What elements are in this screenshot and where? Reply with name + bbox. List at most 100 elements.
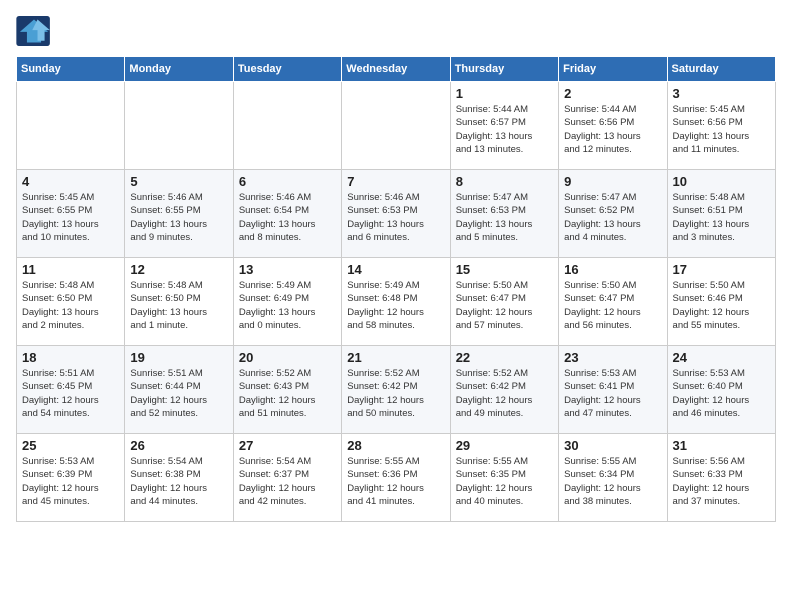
- day-info: Sunrise: 5:50 AM Sunset: 6:46 PM Dayligh…: [673, 279, 770, 332]
- day-number: 1: [456, 86, 553, 101]
- day-info: Sunrise: 5:52 AM Sunset: 6:43 PM Dayligh…: [239, 367, 336, 420]
- day-info: Sunrise: 5:46 AM Sunset: 6:53 PM Dayligh…: [347, 191, 444, 244]
- calendar-cell: 10 Sunrise: 5:48 AM Sunset: 6:51 PM Dayli…: [667, 170, 775, 258]
- calendar-cell: 22 Sunrise: 5:52 AM Sunset: 6:42 PM Dayli…: [450, 346, 558, 434]
- day-number: 17: [673, 262, 770, 277]
- day-info: Sunrise: 5:53 AM Sunset: 6:40 PM Dayligh…: [673, 367, 770, 420]
- day-info: Sunrise: 5:45 AM Sunset: 6:56 PM Dayligh…: [673, 103, 770, 156]
- calendar-cell: 30 Sunrise: 5:55 AM Sunset: 6:34 PM Dayli…: [559, 434, 667, 522]
- weekday-header-saturday: Saturday: [667, 57, 775, 82]
- day-number: 18: [22, 350, 119, 365]
- calendar-cell: 26 Sunrise: 5:54 AM Sunset: 6:38 PM Dayli…: [125, 434, 233, 522]
- day-info: Sunrise: 5:55 AM Sunset: 6:34 PM Dayligh…: [564, 455, 661, 508]
- day-info: Sunrise: 5:44 AM Sunset: 6:57 PM Dayligh…: [456, 103, 553, 156]
- calendar-cell: 1 Sunrise: 5:44 AM Sunset: 6:57 PM Daylig…: [450, 82, 558, 170]
- weekday-header-monday: Monday: [125, 57, 233, 82]
- calendar-cell: [125, 82, 233, 170]
- weekday-header-sunday: Sunday: [17, 57, 125, 82]
- day-info: Sunrise: 5:53 AM Sunset: 6:39 PM Dayligh…: [22, 455, 119, 508]
- calendar-cell: 12 Sunrise: 5:48 AM Sunset: 6:50 PM Dayli…: [125, 258, 233, 346]
- day-info: Sunrise: 5:48 AM Sunset: 6:50 PM Dayligh…: [22, 279, 119, 332]
- calendar-cell: 20 Sunrise: 5:52 AM Sunset: 6:43 PM Dayli…: [233, 346, 341, 434]
- calendar-cell: 5 Sunrise: 5:46 AM Sunset: 6:55 PM Daylig…: [125, 170, 233, 258]
- calendar-cell: [233, 82, 341, 170]
- day-number: 20: [239, 350, 336, 365]
- day-number: 2: [564, 86, 661, 101]
- day-info: Sunrise: 5:51 AM Sunset: 6:45 PM Dayligh…: [22, 367, 119, 420]
- day-info: Sunrise: 5:55 AM Sunset: 6:35 PM Dayligh…: [456, 455, 553, 508]
- day-number: 8: [456, 174, 553, 189]
- calendar-cell: 21Sunrise: 5:52 AM Sunset: 6:42 PM Dayli…: [342, 346, 450, 434]
- day-number: 28: [347, 438, 444, 453]
- weekday-header-tuesday: Tuesday: [233, 57, 341, 82]
- day-number: 5: [130, 174, 227, 189]
- day-number: 12: [130, 262, 227, 277]
- calendar-cell: 2 Sunrise: 5:44 AM Sunset: 6:56 PM Daylig…: [559, 82, 667, 170]
- day-number: 15: [456, 262, 553, 277]
- day-info: Sunrise: 5:49 AM Sunset: 6:48 PM Dayligh…: [347, 279, 444, 332]
- calendar-cell: [342, 82, 450, 170]
- calendar-cell: 28 Sunrise: 5:55 AM Sunset: 6:36 PM Dayli…: [342, 434, 450, 522]
- day-info: Sunrise: 5:48 AM Sunset: 6:51 PM Dayligh…: [673, 191, 770, 244]
- calendar-cell: 31 Sunrise: 5:56 AM Sunset: 6:33 PM Dayli…: [667, 434, 775, 522]
- day-number: 23: [564, 350, 661, 365]
- day-number: 7: [347, 174, 444, 189]
- day-number: 13: [239, 262, 336, 277]
- day-info: Sunrise: 5:54 AM Sunset: 6:37 PM Dayligh…: [239, 455, 336, 508]
- day-info: Sunrise: 5:46 AM Sunset: 6:55 PM Dayligh…: [130, 191, 227, 244]
- calendar-cell: 18 Sunrise: 5:51 AM Sunset: 6:45 PM Dayli…: [17, 346, 125, 434]
- calendar-cell: 24 Sunrise: 5:53 AM Sunset: 6:40 PM Dayli…: [667, 346, 775, 434]
- calendar-cell: 14 Sunrise: 5:49 AM Sunset: 6:48 PM Dayli…: [342, 258, 450, 346]
- calendar-cell: 3 Sunrise: 5:45 AM Sunset: 6:56 PM Daylig…: [667, 82, 775, 170]
- weekday-header-wednesday: Wednesday: [342, 57, 450, 82]
- calendar: SundayMondayTuesdayWednesdayThursdayFrid…: [16, 56, 776, 522]
- day-info: Sunrise: 5:48 AM Sunset: 6:50 PM Dayligh…: [130, 279, 227, 332]
- day-number: 31: [673, 438, 770, 453]
- day-number: 14: [347, 262, 444, 277]
- day-info: Sunrise: 5:46 AM Sunset: 6:54 PM Dayligh…: [239, 191, 336, 244]
- day-info: Sunrise: 5:50 AM Sunset: 6:47 PM Dayligh…: [564, 279, 661, 332]
- calendar-cell: 15 Sunrise: 5:50 AM Sunset: 6:47 PM Dayli…: [450, 258, 558, 346]
- day-info: Sunrise: 5:56 AM Sunset: 6:33 PM Dayligh…: [673, 455, 770, 508]
- calendar-cell: 23 Sunrise: 5:53 AM Sunset: 6:41 PM Dayli…: [559, 346, 667, 434]
- day-number: 6: [239, 174, 336, 189]
- calendar-cell: 9 Sunrise: 5:47 AM Sunset: 6:52 PM Daylig…: [559, 170, 667, 258]
- day-info: Sunrise: 5:49 AM Sunset: 6:49 PM Dayligh…: [239, 279, 336, 332]
- day-info: Sunrise: 5:54 AM Sunset: 6:38 PM Dayligh…: [130, 455, 227, 508]
- day-info: Sunrise: 5:55 AM Sunset: 6:36 PM Dayligh…: [347, 455, 444, 508]
- calendar-cell: 29 Sunrise: 5:55 AM Sunset: 6:35 PM Dayli…: [450, 434, 558, 522]
- calendar-cell: 19 Sunrise: 5:51 AM Sunset: 6:44 PM Dayli…: [125, 346, 233, 434]
- header: [16, 16, 776, 46]
- day-info: Sunrise: 5:47 AM Sunset: 6:52 PM Dayligh…: [564, 191, 661, 244]
- calendar-cell: 13 Sunrise: 5:49 AM Sunset: 6:49 PM Dayli…: [233, 258, 341, 346]
- calendar-cell: 17 Sunrise: 5:50 AM Sunset: 6:46 PM Dayli…: [667, 258, 775, 346]
- day-number: 3: [673, 86, 770, 101]
- day-info: Sunrise: 5:52 AM Sunset: 6:42 PM Dayligh…: [456, 367, 553, 420]
- calendar-cell: 25 Sunrise: 5:53 AM Sunset: 6:39 PM Dayli…: [17, 434, 125, 522]
- weekday-header-friday: Friday: [559, 57, 667, 82]
- day-info: Sunrise: 5:44 AM Sunset: 6:56 PM Dayligh…: [564, 103, 661, 156]
- day-number: 30: [564, 438, 661, 453]
- day-number: 16: [564, 262, 661, 277]
- day-info: Sunrise: 5:45 AM Sunset: 6:55 PM Dayligh…: [22, 191, 119, 244]
- logo: [16, 16, 56, 46]
- day-number: 24: [673, 350, 770, 365]
- day-info: Sunrise: 5:50 AM Sunset: 6:47 PM Dayligh…: [456, 279, 553, 332]
- day-number: 19: [130, 350, 227, 365]
- calendar-cell: 6 Sunrise: 5:46 AM Sunset: 6:54 PM Daylig…: [233, 170, 341, 258]
- weekday-header-thursday: Thursday: [450, 57, 558, 82]
- day-number: 9: [564, 174, 661, 189]
- day-number: 4: [22, 174, 119, 189]
- day-number: 29: [456, 438, 553, 453]
- day-number: 25: [22, 438, 119, 453]
- logo-icon: [16, 16, 52, 46]
- calendar-cell: 11 Sunrise: 5:48 AM Sunset: 6:50 PM Dayli…: [17, 258, 125, 346]
- day-number: 11: [22, 262, 119, 277]
- day-info: Sunrise: 5:51 AM Sunset: 6:44 PM Dayligh…: [130, 367, 227, 420]
- day-number: 27: [239, 438, 336, 453]
- day-number: 10: [673, 174, 770, 189]
- day-info: Sunrise: 5:53 AM Sunset: 6:41 PM Dayligh…: [564, 367, 661, 420]
- day-number: 26: [130, 438, 227, 453]
- day-number: 22: [456, 350, 553, 365]
- calendar-cell: 27 Sunrise: 5:54 AM Sunset: 6:37 PM Dayli…: [233, 434, 341, 522]
